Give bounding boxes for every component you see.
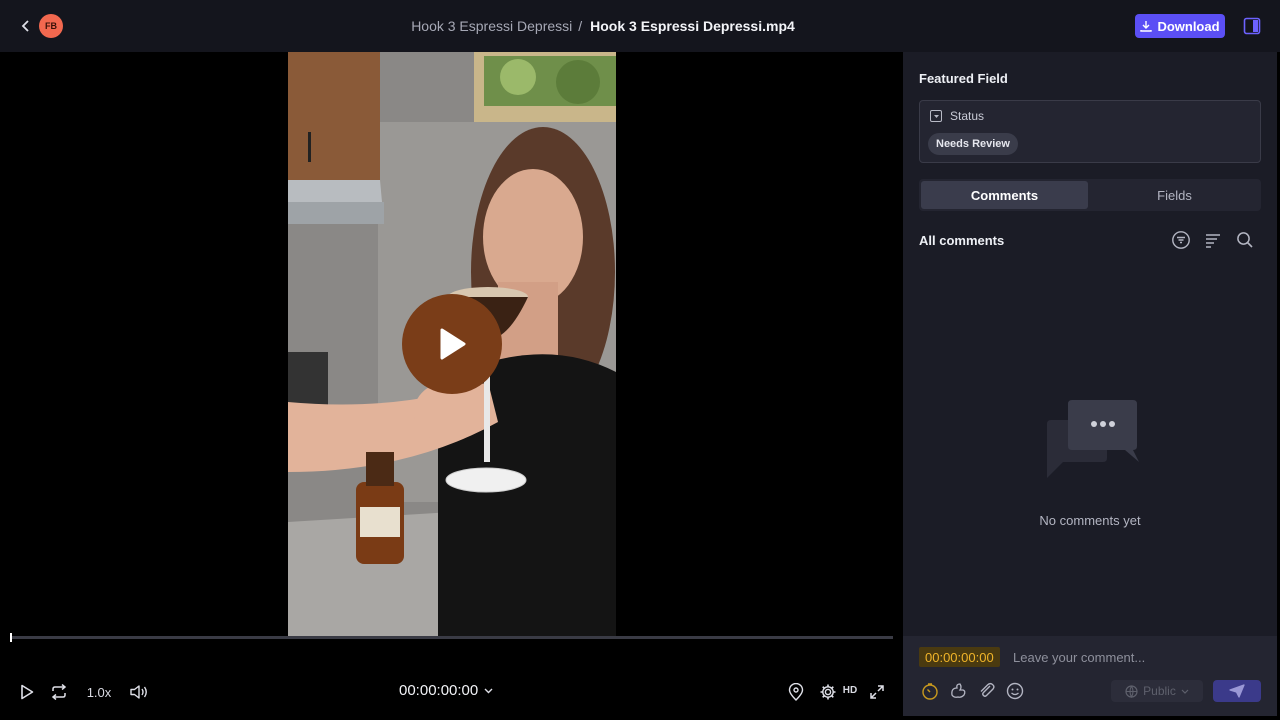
video-player: 1.0x 00:00:00:00 HD <box>0 52 903 720</box>
download-label: Download <box>1157 18 1220 34</box>
timestamp-toggle-button[interactable] <box>920 681 940 701</box>
play-button[interactable] <box>17 682 37 702</box>
loop-button[interactable] <box>49 682 69 702</box>
loop-icon <box>51 684 67 700</box>
status-badge[interactable]: Needs Review <box>928 133 1018 155</box>
breadcrumb-separator: / <box>578 18 583 34</box>
speed-button[interactable]: 1.0x <box>82 682 116 702</box>
comment-input[interactable] <box>1013 647 1253 667</box>
timer-icon <box>922 683 938 700</box>
playhead[interactable] <box>10 633 12 642</box>
fullscreen-button[interactable] <box>867 682 887 702</box>
emoji-icon <box>1006 682 1024 700</box>
download-button[interactable]: Download <box>1135 14 1225 38</box>
filter-button[interactable] <box>1171 230 1191 250</box>
map-pin-icon <box>788 683 804 701</box>
comments-heading: All comments <box>919 233 1005 248</box>
filter-icon <box>1172 231 1190 249</box>
volume-button[interactable] <box>128 682 150 702</box>
comment-timecode-badge[interactable]: 00:00:00:00 <box>919 647 1000 667</box>
tab-fields[interactable]: Fields <box>1090 181 1259 209</box>
empty-comments-text: No comments yet <box>1039 513 1141 528</box>
globe-icon <box>1125 684 1138 698</box>
chevron-down-icon <box>1181 689 1189 694</box>
breadcrumb-parent[interactable]: Hook 3 Espressi Depressi <box>411 18 572 34</box>
marker-button[interactable] <box>786 682 806 702</box>
side-panel: Featured Field Status Needs Review Comme… <box>903 52 1277 716</box>
chat-bubbles-icon <box>1047 400 1141 478</box>
tab-comments[interactable]: Comments <box>921 181 1088 209</box>
play-icon <box>440 328 466 360</box>
gear-icon <box>820 684 836 700</box>
annotation-icon <box>951 683 966 698</box>
timecode-selector[interactable]: 00:00:00:00 <box>399 682 493 699</box>
comment-composer: 00:00:00:00 Public <box>903 636 1277 716</box>
play-overlay-button[interactable] <box>402 294 502 394</box>
panel-tabs: Comments Fields <box>919 179 1261 211</box>
search-icon <box>1237 232 1253 248</box>
empty-comments-illustration <box>1041 400 1141 484</box>
sort-icon <box>1206 234 1220 248</box>
quality-badge[interactable]: HD <box>840 682 860 698</box>
fullscreen-icon <box>870 685 884 699</box>
attach-button[interactable] <box>977 681 997 701</box>
status-field-label: Status <box>950 109 985 123</box>
send-button[interactable] <box>1213 680 1261 702</box>
paperclip-icon <box>980 682 995 697</box>
panel-toggle-button[interactable] <box>1243 17 1261 35</box>
visibility-label: Public <box>1143 684 1176 698</box>
send-icon <box>1229 684 1245 698</box>
draw-button[interactable] <box>948 681 968 701</box>
file-name: Hook 3 Espressi Depressi.mp4 <box>590 18 795 34</box>
play-icon <box>21 684 34 700</box>
timecode-display: 00:00:00:00 <box>399 682 479 699</box>
player-controls: 1.0x 00:00:00:00 HD <box>0 672 903 712</box>
emoji-button[interactable] <box>1005 681 1025 701</box>
top-bar: FB Hook 3 Espressi Depressi / Hook 3 Esp… <box>0 0 1280 52</box>
visibility-select[interactable]: Public <box>1111 680 1203 702</box>
featured-field-title: Featured Field <box>919 71 1008 86</box>
search-button[interactable] <box>1235 230 1255 250</box>
download-icon <box>1140 21 1153 32</box>
sort-button[interactable] <box>1203 230 1223 250</box>
settings-button[interactable] <box>818 682 838 702</box>
breadcrumb: Hook 3 Espressi Depressi / Hook 3 Espres… <box>0 0 1206 52</box>
volume-icon <box>130 685 147 699</box>
sidebar-panel-icon <box>1243 17 1261 35</box>
dropdown-field-icon <box>930 110 942 122</box>
progress-bar[interactable] <box>11 636 893 639</box>
chevron-down-icon <box>484 688 493 693</box>
status-field-card: Status Needs Review <box>919 100 1261 163</box>
